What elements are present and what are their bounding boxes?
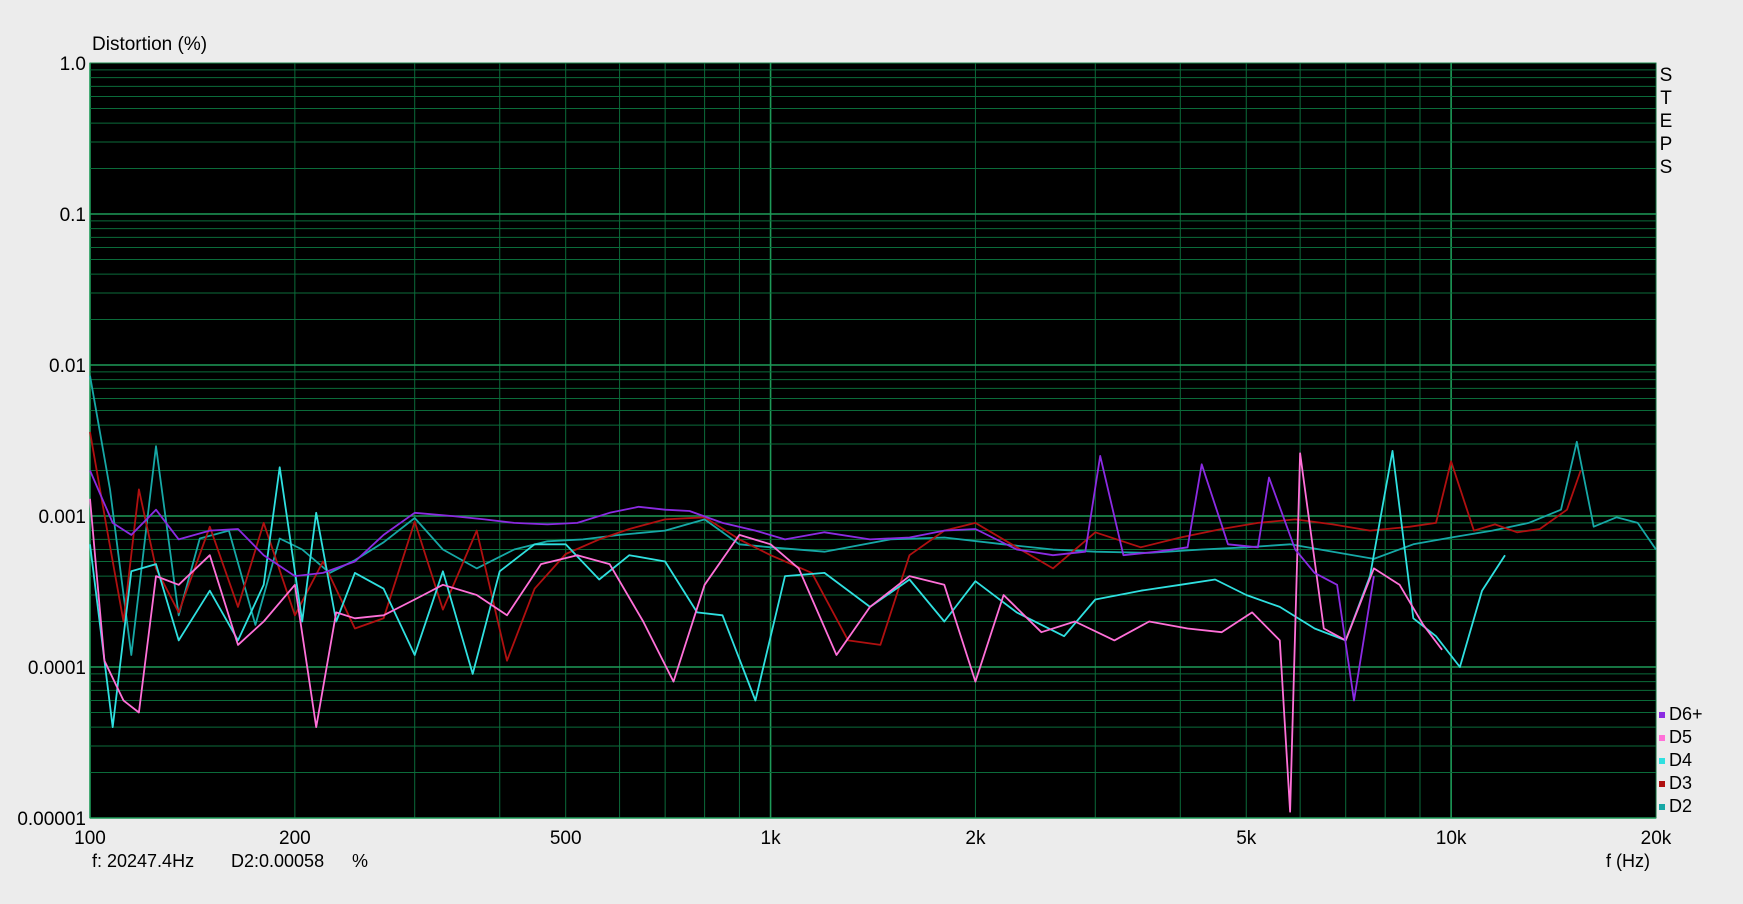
cursor-value-readout: D2:0.00058 [231, 851, 325, 871]
x-tick-label: 5k [1236, 828, 1257, 849]
legend-swatch [1659, 780, 1665, 787]
legend-label: D2 [1669, 796, 1693, 816]
legend-swatch [1659, 803, 1665, 810]
analyzer-window: 100 200 500 1k 2k 5k 10k 20k 1.0 0.1 0.01 0.001 0.0… [0, 0, 1743, 904]
y-tick-label: 0.01 [49, 356, 86, 377]
cursor-frequency-readout: f: 20247.4Hz [92, 851, 195, 871]
y-tick-label: 0.1 [60, 205, 86, 226]
legend-item[interactable]: D3 [1659, 772, 1703, 795]
legend-label: D3 [1669, 773, 1693, 793]
legend-item[interactable]: D2 [1659, 795, 1703, 818]
legend-label: D6+ [1669, 704, 1703, 724]
plot-area[interactable] [89, 62, 1657, 819]
legend-item[interactable]: D4 [1659, 749, 1703, 772]
x-tick-label: 100 [74, 828, 106, 849]
x-tick-label: 20k [1641, 828, 1672, 849]
cursor-unit-readout: % [352, 851, 369, 871]
legend-swatch [1659, 734, 1665, 741]
legend-swatch [1659, 711, 1665, 718]
x-axis-title: f (Hz) [1606, 851, 1650, 871]
chart-legend: D6+ D5 D4 D3 D2 [1659, 703, 1703, 818]
legend-item[interactable]: D6+ [1659, 703, 1703, 726]
y-tick-label: 1.0 [60, 54, 86, 75]
x-tick-label: 1k [761, 828, 782, 849]
legend-label: D4 [1669, 750, 1693, 770]
legend-swatch [1659, 757, 1665, 764]
distortion-chart: 100 200 500 1k 2k 5k 10k 20k 1.0 0.1 0.01 0.001 0.0… [17, 54, 1672, 849]
steps-side-label: STEPS [1659, 65, 1673, 178]
x-tick-label: 2k [965, 828, 986, 849]
x-tick-label: 10k [1436, 828, 1467, 849]
x-tick-label: 500 [550, 828, 582, 849]
legend-item[interactable]: D5 [1659, 726, 1703, 749]
legend-label: D5 [1669, 727, 1693, 747]
y-tick-label: 0.001 [38, 507, 86, 528]
x-tick-label: 200 [279, 828, 311, 849]
y-tick-label: 0.00001 [17, 809, 86, 830]
y-axis-title: Distortion (%) [92, 34, 208, 55]
y-tick-label: 0.0001 [28, 658, 86, 679]
